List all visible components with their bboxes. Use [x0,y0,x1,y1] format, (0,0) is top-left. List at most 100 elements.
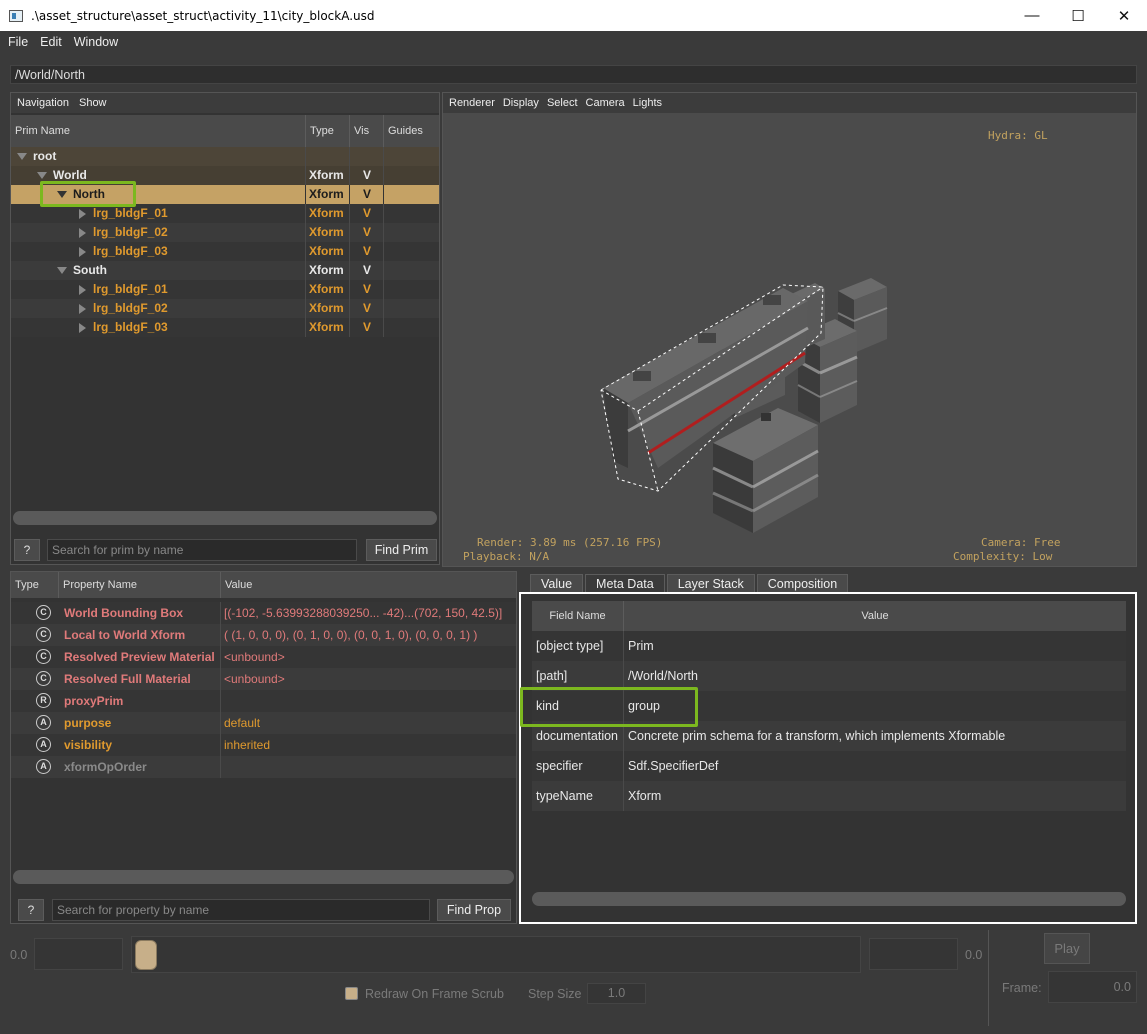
menu-file[interactable]: File [4,35,32,49]
tree-row-south-bldg-03[interactable]: lrg_bldgF_03 Xform V [11,318,439,337]
tree-row-south[interactable]: South Xform V [11,261,439,280]
hud-renderer: Hydra: GL [988,129,1048,142]
header-meta-value[interactable]: Value [624,601,1126,631]
computed-icon: C [36,605,51,620]
viewport-panel: Renderer Display Select Camera Lights Hy… [442,92,1137,567]
property-row[interactable]: C Local to World Xform ( (1, 0, 0, 0), (… [11,624,516,646]
property-row[interactable]: A visibility inherited [11,734,516,756]
header-prop-value[interactable]: Value [221,572,516,598]
property-row[interactable]: C Resolved Preview Material <unbound> [11,646,516,668]
tree-row-south-bldg-01[interactable]: lrg_bldgF_01 Xform V [11,280,439,299]
tree-row-north-bldg-02[interactable]: lrg_bldgF_02 Xform V [11,223,439,242]
end-frame-field[interactable] [869,938,958,970]
tree-row-north-bldg-03[interactable]: lrg_bldgF_03 Xform V [11,242,439,261]
property-row[interactable]: R proxyPrim [11,690,516,712]
camera-menu[interactable]: Camera [586,97,625,109]
step-size-label: Step Size [528,987,582,1001]
hud-playback: Playback: N/A [463,550,550,563]
prim-search-input[interactable]: Search for prim by name [47,539,357,561]
computed-icon: C [36,649,51,664]
computed-icon: C [36,671,51,686]
show-menu[interactable]: Show [79,97,107,109]
attribute-icon: A [36,737,51,752]
frame-label: Frame: [1002,981,1042,995]
property-row[interactable]: C Resolved Full Material <unbound> [11,668,516,690]
tree-row-south-bldg-02[interactable]: lrg_bldgF_02 Xform V [11,299,439,318]
menu-window[interactable]: Window [70,35,122,49]
tree-header: Prim Name Type Vis Guides [11,115,439,147]
viewport-canvas[interactable]: Hydra: GL Render: 3.89 ms (257.16 FPS) P… [443,113,1136,566]
tab-composition[interactable]: Composition [756,574,849,593]
header-guides[interactable]: Guides [384,115,439,147]
metadata-row[interactable]: typeName Xform [532,781,1126,811]
play-button[interactable]: Play [1044,933,1090,964]
header-field-name[interactable]: Field Name [532,601,624,631]
collapsed-icon[interactable] [79,208,86,219]
computed-icon: C [36,627,51,642]
expand-icon[interactable] [37,172,47,180]
metadata-row[interactable]: [object type] Prim [532,631,1126,661]
window-title: .\asset_structure\asset_struct\activity_… [31,8,375,23]
tree-row-north[interactable]: North Xform V [11,185,439,204]
property-row[interactable]: A purpose default [11,712,516,734]
property-row[interactable]: C World Bounding Box [(-102, -5.63993288… [11,602,516,624]
metadata-row[interactable]: documentation Concrete prim schema for a … [532,721,1126,751]
property-help-button[interactable]: ? [18,899,44,921]
start-frame-label: 0.0 [10,948,28,962]
tab-layer-stack[interactable]: Layer Stack [666,574,755,593]
tree-scrollbar[interactable] [13,511,437,525]
property-search-input[interactable]: Search for property by name [52,899,430,921]
collapsed-icon[interactable] [79,246,86,257]
metadata-row[interactable]: [path]/World/North [532,661,1126,691]
renderer-menu[interactable]: Renderer [449,97,495,109]
header-vis[interactable]: Vis [350,115,384,147]
redraw-checkbox[interactable] [345,987,358,1000]
expand-icon[interactable] [57,267,67,275]
frame-field[interactable]: 0.0 [1048,971,1137,1003]
header-type[interactable]: Type [306,115,350,147]
end-frame-label: 0.0 [965,948,983,962]
expand-icon[interactable] [17,153,27,161]
attribute-icon: A [36,759,51,774]
property-panel: Type Property Name Value C World Boundin… [10,571,517,924]
navigation-menu[interactable]: Navigation [17,97,69,109]
frame-slider[interactable] [131,936,861,973]
find-prim-button[interactable]: Find Prim [366,539,437,561]
menu-edit[interactable]: Edit [36,35,66,49]
redraw-label: Redraw On Frame Scrub [365,987,504,1001]
collapsed-icon[interactable] [79,322,86,333]
metadata-row[interactable]: specifier Sdf.SpecifierDef [532,751,1126,781]
prim-help-button[interactable]: ? [14,539,40,561]
maximize-button[interactable]: ☐ [1055,0,1101,31]
header-prop-type[interactable]: Type [11,572,59,598]
minimize-button[interactable]: — [1009,0,1055,31]
tab-value[interactable]: Value [530,574,584,593]
tree-row-world[interactable]: World Xform V [11,166,439,185]
property-row[interactable]: A xformOpOrder [11,756,516,778]
step-size-field[interactable]: 1.0 [587,983,646,1004]
app-icon [9,9,23,22]
expand-icon[interactable] [57,191,67,199]
metadata-table: Field Name Value [object type] Prim [path… [519,592,1137,924]
frame-slider-handle[interactable] [135,940,157,970]
collapsed-icon[interactable] [79,303,86,314]
close-button[interactable]: ✕ [1101,0,1147,31]
find-prop-button[interactable]: Find Prop [437,899,511,921]
header-prim-name[interactable]: Prim Name [11,115,306,147]
collapsed-icon[interactable] [79,227,86,238]
tab-meta-data[interactable]: Meta Data [585,574,665,593]
display-menu[interactable]: Display [503,97,539,109]
tree-row-root[interactable]: root [11,147,439,166]
collapsed-icon[interactable] [79,284,86,295]
property-scrollbar[interactable] [13,870,514,884]
tree-row-north-bldg-01[interactable]: lrg_bldgF_01 Xform V [11,204,439,223]
prim-path-field[interactable]: /World/North [10,65,1137,84]
metadata-scrollbar[interactable] [532,892,1126,906]
select-menu[interactable]: Select [547,97,578,109]
header-prop-name[interactable]: Property Name [59,572,221,598]
metadata-row-kind[interactable]: kind group [532,691,1126,721]
relationship-icon: R [36,693,51,708]
lights-menu[interactable]: Lights [633,97,662,109]
start-frame-field[interactable] [34,938,123,970]
property-header: Type Property Name Value [11,572,516,598]
